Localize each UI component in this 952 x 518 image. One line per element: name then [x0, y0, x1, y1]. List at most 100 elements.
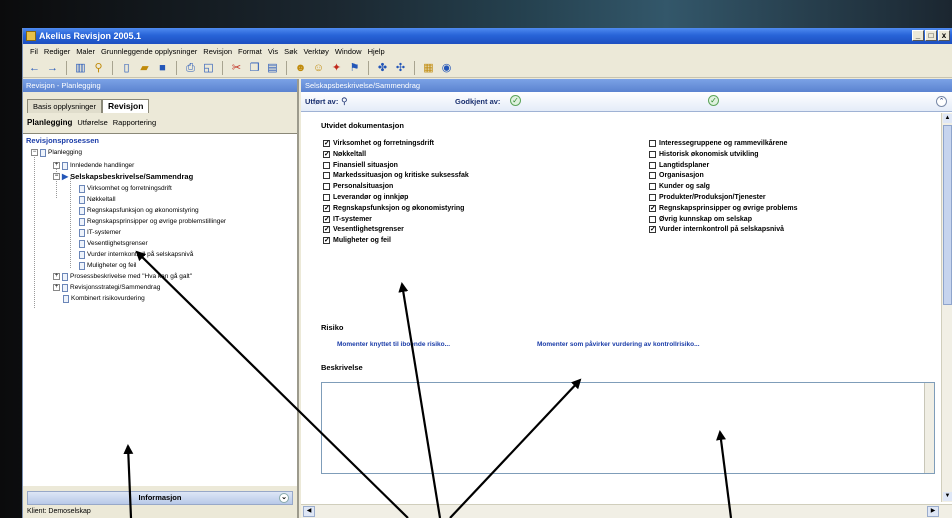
help-icon[interactable]: ◉ [439, 61, 454, 76]
chevron-down-icon[interactable]: ⌄ [279, 493, 289, 503]
scroll-left-icon[interactable]: ◀ [303, 506, 315, 517]
pin-icon[interactable]: ⚲ [341, 96, 348, 107]
menu-grunnleggende[interactable]: Grunnleggende opplysninger [98, 45, 200, 59]
flag-icon[interactable]: ⚑ [347, 61, 362, 76]
vertical-scrollbar[interactable]: ▲ ▼ [941, 113, 952, 502]
tab-revisjon[interactable]: Revisjon [101, 99, 150, 113]
checkbox-checked-icon[interactable]: ✓ [323, 140, 330, 147]
tab-utforelse[interactable]: Utførelse [77, 117, 107, 129]
tree-item[interactable]: + Revisjonsstrategi/Sammendrag [53, 283, 160, 292]
checkbox-unchecked-icon[interactable] [649, 183, 656, 191]
menu-rediger[interactable]: Rediger [41, 45, 73, 59]
checkbox-item[interactable]: ✓ Vurder internkontroll på selskapsnivå [649, 225, 784, 234]
users-icon[interactable]: ☻ [293, 61, 308, 76]
checkbox-unchecked-icon[interactable] [323, 161, 330, 169]
save-icon[interactable]: ■ [155, 61, 170, 76]
paste-icon[interactable]: ▤ [265, 61, 280, 76]
print-icon[interactable]: ⎙ [183, 61, 198, 76]
checkbox-item[interactable]: ✓ Muligheter og feil [323, 236, 391, 245]
expand-icon[interactable]: + [53, 284, 60, 291]
tree-item[interactable]: + Innledende handlinger [53, 161, 134, 170]
scroll-down-icon[interactable]: ▼ [943, 492, 952, 501]
information-panel-header[interactable]: Informasjon ⌄ [27, 491, 293, 505]
expand-icon[interactable]: + [53, 273, 60, 280]
checkbox-item[interactable]: Kunder og salg [649, 182, 710, 191]
description-textarea[interactable] [321, 382, 935, 474]
checkbox-unchecked-icon[interactable] [649, 215, 656, 223]
checkbox-checked-icon[interactable]: ✓ [323, 226, 330, 234]
checkbox-item[interactable]: Øvrig kunnskap om selskap [649, 215, 752, 224]
checkbox-checked-icon[interactable]: ✓ [649, 226, 656, 234]
checkbox-checked-icon[interactable]: ✓ [649, 204, 656, 212]
menu-format[interactable]: Format [235, 45, 265, 59]
checkbox-item[interactable]: Organisasjon [649, 171, 704, 180]
inherent-risk-link[interactable]: Momenter knyttet til iboende risiko... [337, 341, 450, 348]
checkbox-item[interactable]: Leverandør og innkjøp [323, 193, 408, 202]
checkbox-item[interactable]: Langtidsplaner [649, 161, 709, 170]
check-circle-icon[interactable]: ✓ [708, 95, 719, 106]
open-folder-icon[interactable]: ▰ [137, 61, 152, 76]
checkbox-checked-icon[interactable]: ✓ [323, 204, 330, 212]
expand-icon[interactable]: + [53, 162, 60, 169]
checkbox-unchecked-icon[interactable] [649, 161, 656, 169]
tree-item[interactable]: Regnskapsfunksjon og økonomistyring [79, 206, 199, 215]
checkbox-unchecked-icon[interactable] [649, 150, 656, 158]
menu-hjelp[interactable]: Hjelp [365, 45, 388, 59]
preview-icon[interactable]: ◱ [201, 61, 216, 76]
checkbox-item[interactable]: Historisk økonomisk utvikling [649, 150, 759, 159]
tree-item[interactable]: Virksomhet og forretningsdrift [79, 184, 172, 193]
copy-icon[interactable]: ❐ [247, 61, 262, 76]
menu-verktoy[interactable]: Verktøy [300, 45, 331, 59]
checkbox-item[interactable]: Interessegruppene og rammevilkårene [649, 139, 787, 148]
tree-item[interactable]: Muligheter og feil [79, 261, 137, 270]
checkbox-item[interactable]: ✓ Nøkkeltall [323, 150, 366, 159]
tree-item[interactable]: + Prosessbeskrivelse med "Hva kan gå gal… [53, 272, 192, 281]
tree-item[interactable]: − Planlegging [31, 148, 82, 157]
control-risk-link[interactable]: Momenter som påvirker vurdering av kontr… [537, 341, 700, 348]
checkbox-unchecked-icon[interactable] [323, 194, 330, 201]
menu-fil[interactable]: Fil [27, 45, 41, 59]
back-icon[interactable]: ← [27, 61, 42, 76]
maximize-button[interactable]: □ [925, 30, 937, 41]
note-icon[interactable]: ▦ [421, 61, 436, 76]
menu-window[interactable]: Window [332, 45, 365, 59]
tools-icon[interactable]: ✦ [329, 61, 344, 76]
checkbox-item[interactable]: ✓ Regnskapsprinsipper og øvrige problems [649, 204, 797, 213]
tree-item[interactable]: Kombinert risikovurdering [63, 294, 145, 303]
checkbox-unchecked-icon[interactable] [649, 172, 656, 180]
tree-root-label[interactable]: Revisjonsprosessen [26, 136, 99, 145]
network-icon[interactable]: ✤ [375, 61, 390, 76]
pin-icon[interactable]: ⚲ [91, 61, 106, 76]
checkbox-item[interactable]: Produkter/Produksjon/Tjenester [649, 193, 766, 202]
checkbox-item[interactable]: ✓ Vesentlighetsgrenser [323, 225, 404, 234]
textarea-scrollbar[interactable] [924, 383, 934, 473]
checkbox-checked-icon[interactable]: ✓ [323, 215, 330, 223]
checkbox-unchecked-icon[interactable] [649, 194, 656, 201]
tree-item[interactable]: Regnskapsprinsipper og øvrige problemsti… [79, 217, 226, 226]
horizontal-scrollbar[interactable]: ◀ ▶ [301, 504, 952, 518]
tab-basis-opplysninger[interactable]: Basis opplysninger [27, 99, 102, 113]
checkbox-unchecked-icon[interactable] [323, 172, 330, 180]
tab-rapportering[interactable]: Rapportering [113, 117, 156, 129]
checkbox-item[interactable]: Personalsituasjon [323, 182, 393, 191]
tree-item[interactable]: IT-systemer [79, 228, 121, 237]
checkbox-item[interactable]: ✓ IT-systemer [323, 215, 372, 224]
scroll-right-icon[interactable]: ▶ [927, 506, 939, 517]
minimize-button[interactable]: _ [912, 30, 924, 41]
checkbox-item[interactable]: Markedssituasjon og kritiske suksessfak [323, 171, 469, 180]
scrollbar-thumb[interactable] [943, 125, 952, 305]
forward-icon[interactable]: → [45, 61, 60, 76]
checkbox-item[interactable]: Finansiell situasjon [323, 161, 398, 170]
check-circle-icon[interactable]: ✓ [510, 95, 521, 106]
tree-item[interactable]: Nøkkeltall [79, 195, 116, 204]
menu-sok[interactable]: Søk [281, 45, 300, 59]
checkbox-item[interactable]: ✓ Virksomhet og forretningsdrift [323, 139, 434, 148]
menu-maler[interactable]: Maler [73, 45, 98, 59]
cut-icon[interactable]: ✂ [229, 61, 244, 76]
share-icon[interactable]: ✣ [393, 61, 408, 76]
checkbox-unchecked-icon[interactable] [323, 183, 330, 191]
collapse-icon[interactable]: − [53, 173, 60, 180]
collapse-icon[interactable]: ⌃ [936, 96, 947, 107]
checkbox-checked-icon[interactable]: ✓ [323, 150, 330, 158]
checkbox-item[interactable]: ✓ Regnskapsfunksjon og økonomistyring [323, 204, 464, 213]
